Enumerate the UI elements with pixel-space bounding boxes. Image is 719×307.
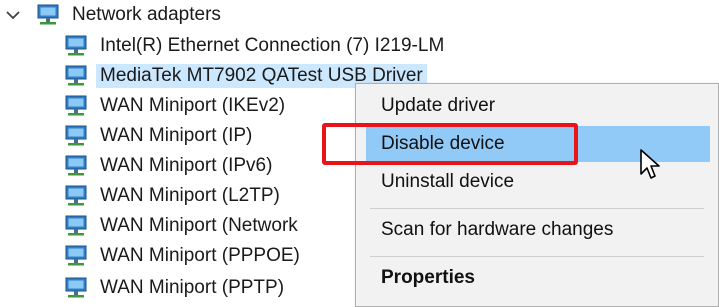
device-label: WAN Miniport (PPTP) <box>100 277 285 298</box>
category-label: Network adapters <box>72 4 221 25</box>
device-label: WAN Miniport (PPPOE) <box>100 245 300 266</box>
network-adapter-icon <box>65 245 87 266</box>
network-adapter-icon <box>37 4 59 25</box>
tree-item-wan-network[interactable]: WAN Miniport (Network <box>64 212 302 240</box>
menu-item-label: Scan for hardware changes <box>381 219 614 240</box>
network-adapter-icon <box>65 65 87 86</box>
tree-item-intel-ethernet[interactable]: Intel(R) Ethernet Connection (7) I219-LM <box>64 32 448 60</box>
menu-item-scan-hardware[interactable]: Scan for hardware changes <box>356 212 718 248</box>
network-adapter-icon <box>65 155 87 176</box>
network-adapter-icon <box>65 215 87 236</box>
device-label: WAN Miniport (L2TP) <box>100 185 280 206</box>
menu-separator <box>370 208 704 209</box>
network-adapter-icon <box>65 95 87 116</box>
network-adapter-icon <box>65 35 87 56</box>
tree-item-wan-ip[interactable]: WAN Miniport (IP) <box>64 122 256 150</box>
network-adapter-icon <box>65 277 87 298</box>
menu-item-label: Uninstall device <box>381 171 515 192</box>
menu-item-properties[interactable]: Properties <box>356 260 718 296</box>
device-label: WAN Miniport (IKEv2) <box>100 95 286 116</box>
tree-item-wan-pppoe[interactable]: WAN Miniport (PPPOE) <box>64 242 304 270</box>
mouse-cursor-icon <box>640 149 660 179</box>
network-adapter-icon <box>65 125 87 146</box>
tree-item-wan-ikev2[interactable]: WAN Miniport (IKEv2) <box>64 92 289 120</box>
device-label: WAN Miniport (Network <box>100 215 298 236</box>
menu-item-label: Properties <box>381 267 475 288</box>
category-network-adapters[interactable]: Network adapters <box>4 1 225 29</box>
menu-separator <box>370 256 704 257</box>
tree-item-wan-l2tp[interactable]: WAN Miniport (L2TP) <box>64 182 284 210</box>
device-label: Intel(R) Ethernet Connection (7) I219-LM <box>100 35 445 56</box>
menu-item-label: Update driver <box>381 95 496 116</box>
menu-item-update-driver[interactable]: Update driver <box>356 88 718 124</box>
network-adapter-icon <box>65 185 87 206</box>
tree-item-wan-ipv6[interactable]: WAN Miniport (IPv6) <box>64 152 276 180</box>
device-label: WAN Miniport (IP) <box>100 125 253 146</box>
device-label: WAN Miniport (IPv6) <box>100 155 273 176</box>
annotation-highlight-box <box>322 123 578 165</box>
context-menu: Update driver Disable device Uninstall d… <box>355 83 719 307</box>
chevron-down-icon[interactable] <box>4 6 22 24</box>
tree-item-wan-pptp[interactable]: WAN Miniport (PPTP) <box>64 274 288 302</box>
